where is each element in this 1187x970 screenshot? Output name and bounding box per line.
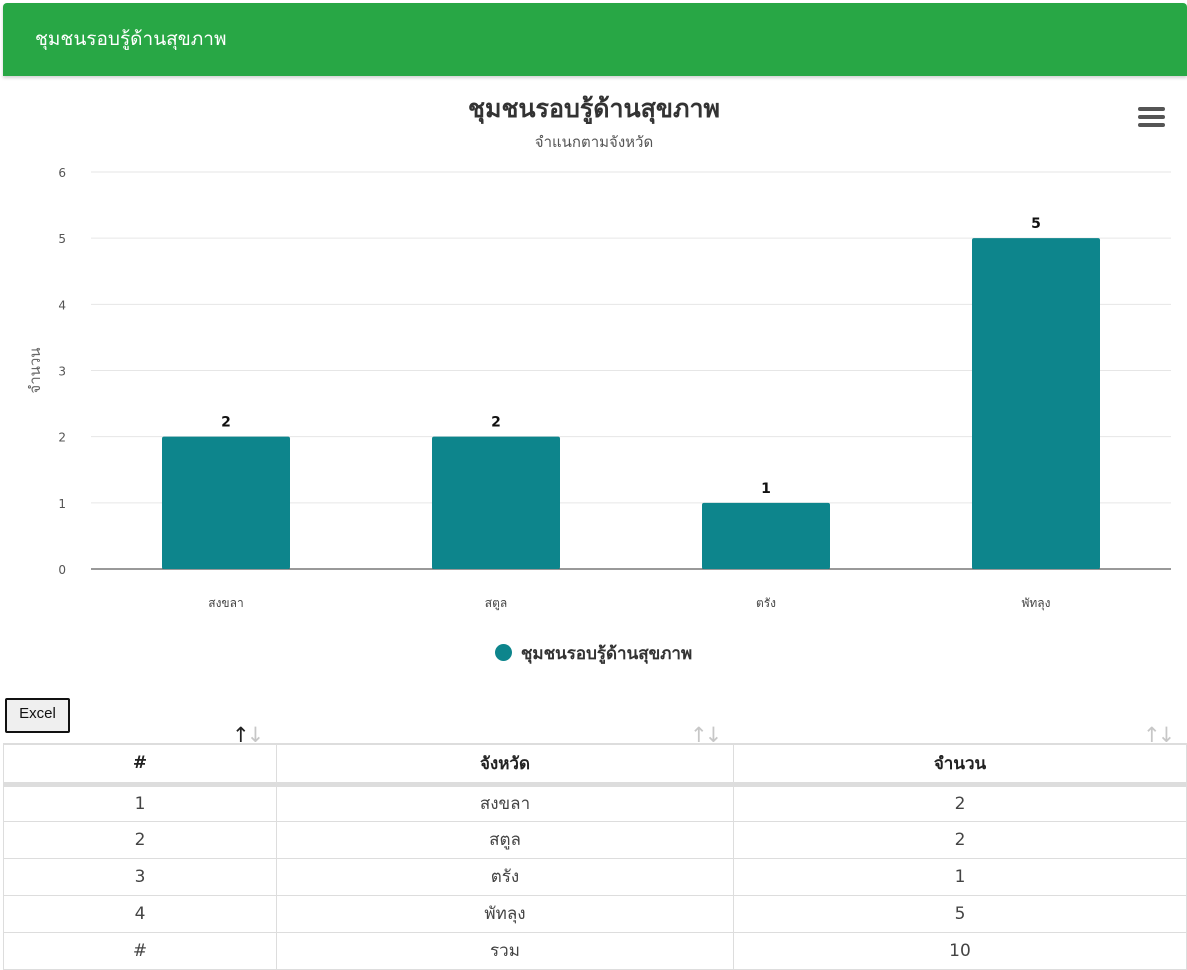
table-cell: 3 xyxy=(3,857,277,896)
table-cell: 2 xyxy=(733,820,1187,859)
header-title: ชุมชนรอบรู้ด้านสุขภาพ xyxy=(35,28,227,50)
table-cell: ตรัง xyxy=(276,857,734,896)
table-cell: 2 xyxy=(733,783,1187,822)
table-cell: 1 xyxy=(3,783,277,822)
bar xyxy=(162,436,290,569)
y-tick-label: 1 xyxy=(58,497,66,511)
table-cell: พัทลุง xyxy=(276,894,734,933)
table-cell: รวม xyxy=(276,931,734,970)
data-label: 5 xyxy=(1031,216,1041,232)
x-tick-label: สตูล xyxy=(485,596,507,611)
y-tick-label: 3 xyxy=(58,365,66,379)
bar xyxy=(702,502,830,569)
legend-label: ชุมชนรอบรู้ด้านสุขภาพ xyxy=(520,644,693,664)
x-tick-label: พัทลุง xyxy=(1021,596,1050,611)
x-tick-label: สงขลา xyxy=(208,596,243,610)
legend-marker xyxy=(494,644,512,661)
y-tick-label: 5 xyxy=(58,232,66,246)
y-tick-label: 0 xyxy=(58,563,66,577)
table-row: 1 สงขลา 2 xyxy=(3,783,1187,822)
y-tick-label: 4 xyxy=(58,298,66,312)
chart-container: ชุมชนรอบรู้ด้านสุขภาพ จำแนกตามจังหวัด 0 1 2 3… xyxy=(0,80,1187,690)
chart-legend[interactable]: ชุมชนรอบรู้ด้านสุขภาพ xyxy=(0,640,1187,667)
x-tick-label: ตรัง xyxy=(756,596,776,610)
chart-subtitle: จำแนกตามจังหวัด xyxy=(535,133,653,151)
y-tick-label: 6 xyxy=(58,166,66,180)
table-cell: สงขลา xyxy=(276,783,734,822)
table-cell: สตูล xyxy=(276,820,734,859)
table-row: 3 ตรัง 1 xyxy=(3,857,1187,896)
bar-chart: ชุมชนรอบรู้ด้านสุขภาพจำแนกตามจังหวัด 0 1 2 3… xyxy=(26,94,1171,611)
table-cell: 2 xyxy=(3,820,277,859)
table-row: 2 สตูล 2 xyxy=(3,820,1187,859)
chart-title: ชุมชนรอบรู้ด้านสุขภาพ xyxy=(468,94,720,125)
table-cell: 5 xyxy=(733,894,1187,933)
table-cell: # xyxy=(3,931,277,970)
data-label: 2 xyxy=(221,415,231,431)
bar xyxy=(432,436,560,569)
data-label: 2 xyxy=(491,415,501,431)
y-tick-label: 2 xyxy=(58,431,66,445)
table-row: 4 พัทลุง 5 xyxy=(3,894,1187,933)
page-header: ชุมชนรอบรู้ด้านสุขภาพ xyxy=(3,3,1187,76)
column-header-count[interactable]: จำนวน xyxy=(733,743,1187,787)
excel-export-button[interactable]: Excel xyxy=(5,698,70,733)
table-cell: 4 xyxy=(3,894,277,933)
column-header-index[interactable]: # xyxy=(3,743,277,787)
y-axis-title: จำนวน xyxy=(26,347,44,393)
column-header-province[interactable]: จังหวัด xyxy=(276,743,734,787)
data-label: 1 xyxy=(761,481,771,497)
hamburger-menu-icon[interactable] xyxy=(1138,107,1165,127)
bar xyxy=(972,238,1100,569)
table-header-row: # จังหวัด จำนวน xyxy=(3,743,1187,787)
data-table: # จังหวัด จำนวน 1 สงขลา 2 2 สตูล 2 3 ตรั… xyxy=(3,743,1187,970)
table-cell: 1 xyxy=(733,857,1187,896)
table-cell: 10 xyxy=(733,931,1187,970)
table-row-total: # รวม 10 xyxy=(3,931,1187,970)
